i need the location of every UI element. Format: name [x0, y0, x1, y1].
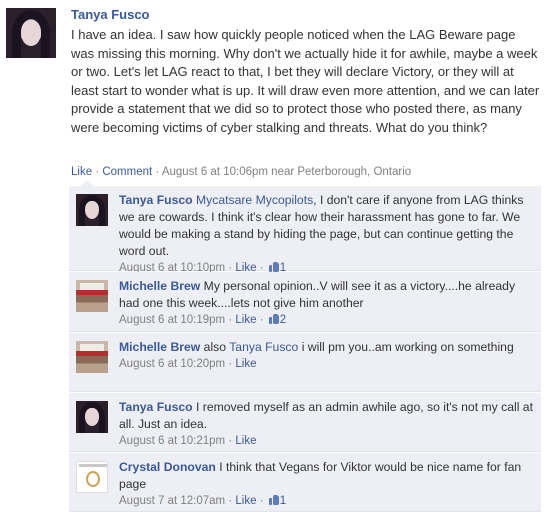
- comment-body: Tanya Fusco Mycatsare Mycopilots, I don'…: [119, 192, 534, 277]
- comment-mention[interactable]: Tanya Fusco: [229, 340, 298, 354]
- comment-avatar[interactable]: [76, 461, 108, 493]
- separator: ·: [228, 314, 233, 326]
- comment-item: Tanya Fusco I removed myself as an admin…: [69, 393, 541, 452]
- comment-item: Tanya Fusco Mycatsare Mycopilots, I don'…: [69, 186, 541, 274]
- thumbs-up-icon: [268, 261, 280, 272]
- comment-meta: August 6 at 10:20pm · Like: [119, 356, 534, 373]
- comment-time[interactable]: August 6 at 10:19pm: [119, 314, 225, 326]
- comment-avatar[interactable]: [76, 194, 108, 226]
- comment-text: i will pm you..am working on something: [301, 340, 514, 354]
- avatar-text-line: [79, 464, 107, 467]
- post-comment-link[interactable]: Comment: [102, 166, 152, 178]
- comment-author[interactable]: Tanya Fusco: [119, 400, 193, 414]
- comment-meta: August 6 at 10:21pm · Like: [119, 433, 534, 450]
- avatar-face: [85, 408, 99, 426]
- comment-like-link[interactable]: Like: [235, 314, 256, 326]
- comment-body: Tanya Fusco I removed myself as an admin…: [119, 399, 534, 450]
- post-actions: Like · Comment · August 6 at 10:06pm nea…: [71, 166, 411, 178]
- avatar-stripe: [76, 290, 108, 295]
- comment-avatar[interactable]: [76, 341, 108, 373]
- comment-time[interactable]: August 6 at 10:21pm: [119, 435, 225, 447]
- comment-author[interactable]: Michelle Brew: [119, 340, 200, 354]
- avatar-face: [85, 201, 99, 219]
- post-like-link[interactable]: Like: [71, 166, 92, 178]
- comment-time[interactable]: August 6 at 10:20pm: [119, 358, 225, 370]
- comment-meta: August 7 at 12:07am · Like · 1: [119, 493, 534, 510]
- comment-mention[interactable]: Mycatsare Mycopilots: [196, 193, 313, 207]
- comment-pre: also: [203, 340, 227, 354]
- comment-like-count[interactable]: 2: [267, 314, 286, 326]
- comment-like-link[interactable]: Like: [235, 495, 256, 507]
- comment-meta: August 6 at 10:19pm · Like · 2: [119, 312, 534, 329]
- comment-avatar[interactable]: [76, 401, 108, 433]
- comment-item: Crystal Donovan I think that Vegans for …: [69, 453, 541, 512]
- comment-item: Michelle Brew also Tanya Fusco i will pm…: [69, 333, 541, 392]
- separator: ·: [259, 314, 264, 326]
- avatar-sign: [80, 344, 104, 351]
- comment-body: Crystal Donovan I think that Vegans for …: [119, 459, 534, 510]
- thumbs-up-icon: [268, 313, 280, 324]
- comment-avatar[interactable]: [76, 280, 108, 312]
- wall-post: Tanya Fusco I have an idea. I saw how qu…: [0, 0, 547, 512]
- comment-author[interactable]: Michelle Brew: [119, 279, 200, 293]
- separator: ·: [259, 495, 264, 507]
- thumbs-up-icon: [268, 494, 280, 505]
- comment-like-link[interactable]: Like: [235, 358, 256, 370]
- post-author-name[interactable]: Tanya Fusco: [71, 7, 150, 22]
- comment-author[interactable]: Tanya Fusco: [119, 193, 193, 207]
- comment-like-count[interactable]: 1: [267, 495, 286, 507]
- comment-time[interactable]: August 7 at 12:07am: [119, 495, 225, 507]
- separator: ·: [228, 435, 233, 447]
- comment-list: Tanya Fusco Mycatsare Mycopilots, I don'…: [69, 180, 541, 512]
- post-text: I have an idea. I saw how quickly people…: [71, 27, 540, 135]
- separator: ·: [228, 358, 233, 370]
- comment-like-link[interactable]: Like: [235, 435, 256, 447]
- like-count: 1: [279, 495, 287, 507]
- avatar-face: [21, 20, 41, 46]
- avatar-ring: [86, 471, 100, 487]
- comment-body: Michelle Brew also Tanya Fusco i will pm…: [119, 339, 534, 373]
- separator: ·: [155, 166, 160, 178]
- post-timestamp[interactable]: August 6 at 10:06pm near Peterborough, O…: [162, 166, 411, 178]
- post-author-avatar[interactable]: [6, 8, 56, 58]
- comment-author[interactable]: Crystal Donovan: [119, 460, 216, 474]
- comment-item: Michelle Brew My personal opinion..V wil…: [69, 272, 541, 332]
- separator: ·: [95, 166, 100, 178]
- avatar-stripe: [76, 351, 108, 356]
- separator: ·: [228, 495, 233, 507]
- avatar-sign: [80, 283, 104, 290]
- comment-body: Michelle Brew My personal opinion..V wil…: [119, 278, 534, 329]
- like-count: 2: [279, 314, 287, 326]
